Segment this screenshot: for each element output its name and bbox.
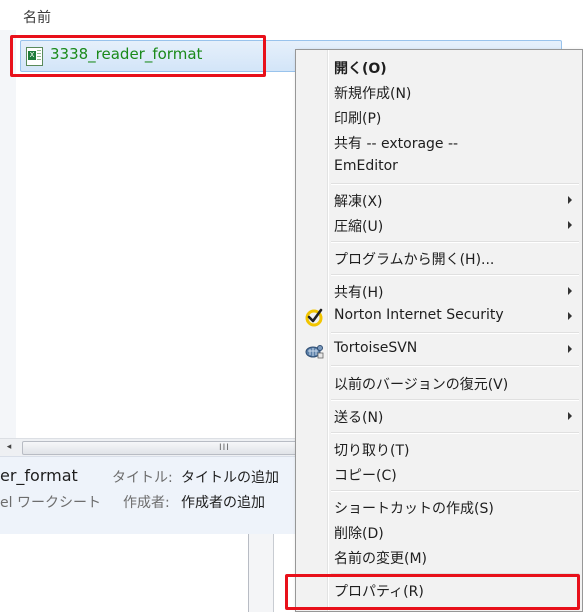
menu-item-label: 圧縮(U)	[334, 219, 384, 235]
column-header-name[interactable]: 名前	[23, 7, 51, 27]
submenu-arrow-icon	[568, 196, 572, 204]
menu-item-extract[interactable]: 解凍(X)	[298, 188, 580, 213]
menu-item-label: 解凍(X)	[334, 194, 383, 210]
submenu-arrow-icon	[568, 221, 572, 229]
menu-item-label: Norton Internet Security	[334, 307, 504, 323]
menu-item-share-extorage[interactable]: 共有 -- extorage --	[298, 130, 580, 155]
submenu-arrow-icon	[568, 412, 572, 420]
menu-item-label: 削除(D)	[334, 526, 384, 542]
menu-item-label: コピー(C)	[334, 468, 397, 484]
scrollbar-grip-icon: III	[219, 443, 230, 453]
menu-item-print[interactable]: 印刷(P)	[298, 105, 580, 130]
menu-item-send-to[interactable]: 送る(N)	[298, 404, 580, 429]
menu-separator	[331, 241, 579, 243]
column-header: 名前	[0, 0, 583, 30]
menu-item-label: 送る(N)	[334, 410, 384, 426]
menu-item-compress[interactable]: 圧縮(U)	[298, 213, 580, 238]
submenu-arrow-icon	[568, 345, 572, 353]
left-gutter	[0, 30, 16, 438]
menu-item-label: TortoiseSVN	[334, 340, 418, 356]
menu-item-label: 以前のバージョンの復元(V)	[334, 377, 509, 393]
menu-item-open-with[interactable]: プログラムから開く(H)...	[298, 246, 580, 271]
tortoisesvn-icon	[304, 340, 324, 360]
menu-item-emeditor[interactable]: EmEditor	[298, 155, 580, 180]
menu-item-create-shortcut[interactable]: ショートカットの作成(S)	[298, 495, 580, 520]
details-file-type: el ワークシート	[0, 495, 101, 511]
menu-separator	[331, 432, 579, 434]
menu-item-cut[interactable]: 切り取り(T)	[298, 437, 580, 462]
menu-item-label: 印刷(P)	[334, 111, 382, 127]
file-highlight-box	[10, 35, 266, 77]
norton-check-icon	[304, 307, 324, 327]
menu-item-label: 新規作成(N)	[334, 86, 412, 102]
scroll-left-arrow-icon[interactable]: ◂	[2, 441, 16, 454]
details-title-value[interactable]: タイトルの追加	[181, 467, 279, 487]
menu-item-label: プログラムから開く(H)...	[334, 252, 495, 268]
menu-item-copy[interactable]: コピー(C)	[298, 462, 580, 487]
menu-separator	[331, 365, 579, 367]
menu-item-restore-previous[interactable]: 以前のバージョンの復元(V)	[298, 371, 580, 396]
details-author-label: 作成者:	[123, 495, 170, 511]
menu-item-label: 切り取り(T)	[334, 443, 410, 459]
menu-item-new[interactable]: 新規作成(N)	[298, 80, 580, 105]
details-pane: er_format el ワークシート タイトル: タイトルの追加 作成者: 作…	[0, 456, 300, 535]
menu-separator	[331, 490, 579, 492]
menu-item-label: 開く(O)	[334, 61, 387, 77]
menu-item-label: 共有(H)	[334, 285, 384, 301]
submenu-arrow-icon	[568, 287, 572, 295]
menu-item-label: 名前の変更(M)	[334, 551, 428, 567]
menu-separator	[331, 332, 579, 334]
menu-separator	[331, 399, 579, 401]
menu-item-share[interactable]: 共有(H)	[298, 279, 580, 304]
context-menu: 開く(O) 新規作成(N) 印刷(P) 共有 -- extorage -- Em…	[295, 49, 583, 612]
details-file-name: er_format	[0, 466, 78, 485]
menu-item-norton[interactable]: Norton Internet Security	[298, 304, 580, 329]
menu-item-delete[interactable]: 削除(D)	[298, 520, 580, 545]
menu-item-tortoisesvn[interactable]: TortoiseSVN	[298, 337, 580, 362]
menu-separator	[331, 183, 579, 185]
properties-highlight-box	[285, 574, 580, 610]
menu-item-label: 共有 -- extorage --	[334, 136, 459, 152]
menu-item-label: ショートカットの作成(S)	[334, 501, 494, 517]
details-title-label: タイトル:	[112, 470, 173, 486]
menu-item-open[interactable]: 開く(O)	[298, 55, 580, 80]
details-author-value[interactable]: 作成者の追加	[181, 492, 265, 512]
menu-item-rename[interactable]: 名前の変更(M)	[298, 545, 580, 570]
horizontal-scrollbar[interactable]: ◂ III	[0, 438, 444, 456]
menu-separator	[331, 274, 579, 276]
submenu-arrow-icon	[568, 312, 572, 320]
menu-item-label: EmEditor	[334, 158, 398, 174]
